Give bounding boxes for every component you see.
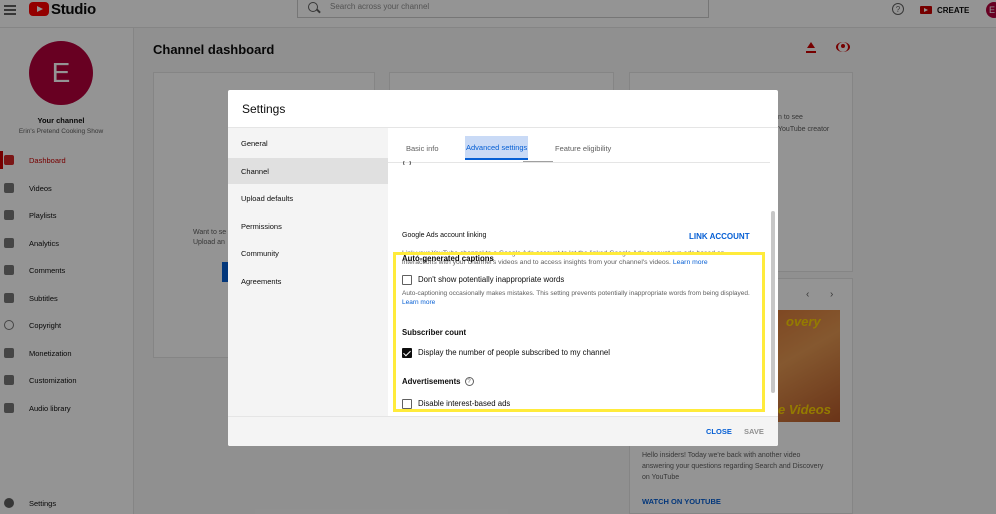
scrolled-content [403,161,553,165]
highlight-box [393,252,765,412]
settings-dialog: Settings General Channel Upload defaults… [228,90,778,446]
settings-nav: General Channel Upload defaults Permissi… [228,128,388,416]
tab-advanced-settings[interactable]: Advanced settings [465,136,529,160]
settings-content: Basic info Advanced settings Feature eli… [388,128,778,416]
scrollbar[interactable] [771,211,775,393]
dialog-footer: CLOSE SAVE [228,417,778,446]
settings-nav-channel[interactable]: Channel [228,158,388,184]
settings-nav-upload-defaults[interactable]: Upload defaults [228,185,388,211]
settings-nav-general[interactable]: General [228,130,388,156]
settings-nav-agreements[interactable]: Agreements [228,268,388,294]
link-account-button[interactable]: LINK ACCOUNT [689,232,750,241]
settings-nav-permissions[interactable]: Permissions [228,213,388,239]
settings-nav-community[interactable]: Community [228,240,388,266]
save-button[interactable]: SAVE [744,427,764,436]
close-button[interactable]: CLOSE [706,427,732,436]
tab-feature-eligibility[interactable]: Feature eligibility [555,136,611,160]
dialog-title: Settings [242,102,286,116]
ads-linking-label: Google Ads account linking [402,232,487,239]
tab-basic-info[interactable]: Basic info [406,136,439,160]
